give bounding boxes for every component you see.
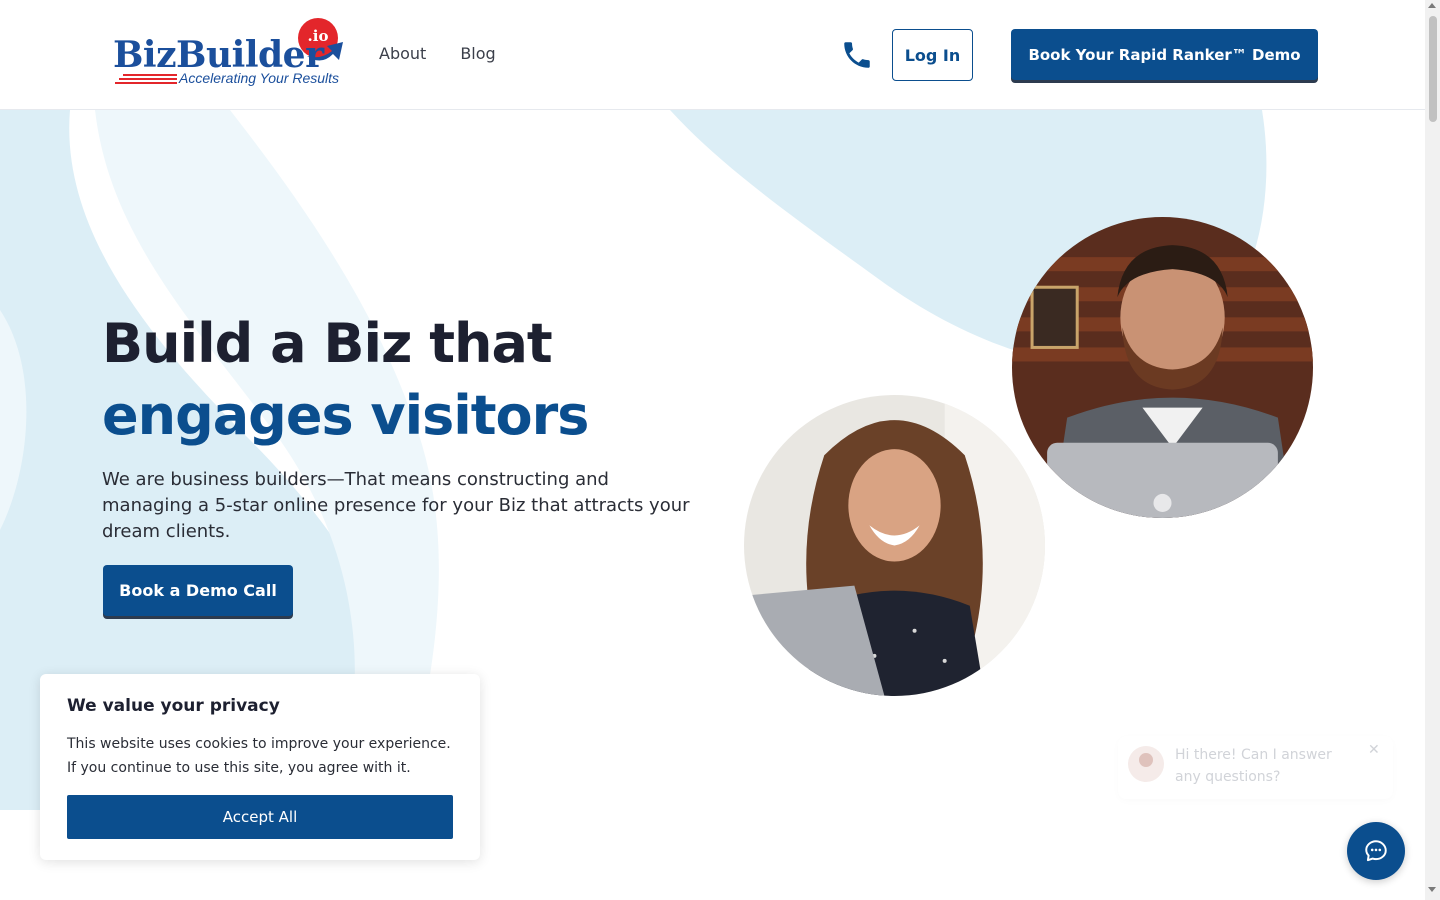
page: .io BizBuilder Accelerating Your Results…	[0, 0, 1440, 900]
hero-heading-line1: Build a Biz that	[102, 312, 553, 375]
hero-heading-line2: engages visitors	[102, 384, 589, 447]
photo-smiling-man	[1012, 217, 1313, 518]
main-nav: About Blog	[379, 44, 496, 63]
close-icon[interactable]: ✕	[1368, 742, 1380, 758]
chat-icon	[1365, 840, 1387, 862]
chat-agent-avatar	[1128, 746, 1164, 782]
cookie-banner: We value your privacy This website uses …	[40, 674, 480, 860]
chat-launcher-button[interactable]	[1347, 822, 1405, 880]
logo-tagline: Accelerating Your Results	[179, 70, 340, 86]
page-scrollbar[interactable]	[1425, 0, 1440, 900]
scroll-down-arrow-icon[interactable]	[1428, 887, 1436, 892]
nav-link-about[interactable]: About	[379, 44, 426, 63]
phone-icon[interactable]	[840, 38, 874, 72]
login-button[interactable]: Log In	[892, 29, 973, 81]
logo[interactable]: .io BizBuilder Accelerating Your Results	[113, 18, 345, 88]
chat-greeting-bubble[interactable]: Hi there! Can I answer any questions? ✕	[1118, 736, 1393, 799]
hero-description: We are business builders—That means cons…	[102, 469, 690, 542]
cookie-title: We value your privacy	[67, 696, 280, 716]
cookie-text: This website uses cookies to improve you…	[67, 736, 451, 776]
site-header: .io BizBuilder Accelerating Your Results…	[0, 0, 1425, 110]
book-demo-button[interactable]: Book Your Rapid Ranker™ Demo	[1011, 29, 1318, 80]
chat-greeting-text: Hi there! Can I answer any questions?	[1175, 747, 1332, 785]
accept-all-button[interactable]: Accept All	[67, 795, 453, 839]
scrollbar-thumb[interactable]	[1429, 16, 1437, 122]
scroll-up-arrow-icon[interactable]	[1428, 3, 1436, 8]
logo-speed-lines-icon	[115, 74, 177, 84]
book-demo-call-button[interactable]: Book a Demo Call	[103, 565, 293, 616]
nav-link-blog[interactable]: Blog	[460, 44, 495, 63]
photo-laughing-woman	[744, 395, 1045, 696]
